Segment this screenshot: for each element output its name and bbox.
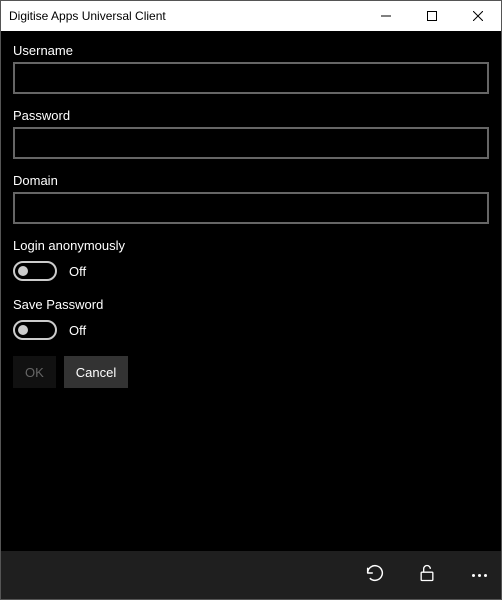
maximize-button[interactable]	[409, 1, 455, 31]
login-anonymously-toggle[interactable]	[13, 261, 57, 281]
window-buttons	[363, 1, 501, 31]
login-anonymously-state: Off	[69, 264, 86, 279]
login-anonymously-row: Off	[13, 261, 489, 281]
toggle-knob-icon	[18, 325, 28, 335]
password-group: Password	[13, 108, 489, 159]
save-password-label: Save Password	[13, 297, 489, 312]
username-group: Username	[13, 43, 489, 94]
minimize-button[interactable]	[363, 1, 409, 31]
more-icon	[472, 574, 487, 577]
domain-input[interactable]	[13, 192, 489, 224]
more-button[interactable]	[467, 563, 491, 587]
username-label: Username	[13, 43, 489, 58]
toggle-knob-icon	[18, 266, 28, 276]
password-label: Password	[13, 108, 489, 123]
refresh-icon	[364, 562, 386, 589]
titlebar: Digitise Apps Universal Client	[1, 1, 501, 31]
username-input[interactable]	[13, 62, 489, 94]
save-password-state: Off	[69, 323, 86, 338]
app-window: Digitise Apps Universal Client Username …	[0, 0, 502, 600]
button-row: OK Cancel	[13, 356, 489, 388]
close-button[interactable]	[455, 1, 501, 31]
unlock-icon	[417, 563, 437, 588]
window-title: Digitise Apps Universal Client	[1, 9, 363, 23]
login-form: Username Password Domain Login anonymous…	[1, 31, 501, 551]
login-anonymously-label: Login anonymously	[13, 238, 489, 253]
domain-label: Domain	[13, 173, 489, 188]
password-input[interactable]	[13, 127, 489, 159]
bottom-bar	[1, 551, 501, 599]
save-password-toggle[interactable]	[13, 320, 57, 340]
login-anonymously-group: Login anonymously Off	[13, 238, 489, 281]
cancel-button[interactable]: Cancel	[64, 356, 128, 388]
save-password-row: Off	[13, 320, 489, 340]
ok-button[interactable]: OK	[13, 356, 56, 388]
lock-button[interactable]	[415, 563, 439, 587]
refresh-button[interactable]	[363, 563, 387, 587]
domain-group: Domain	[13, 173, 489, 224]
save-password-group: Save Password Off	[13, 297, 489, 340]
